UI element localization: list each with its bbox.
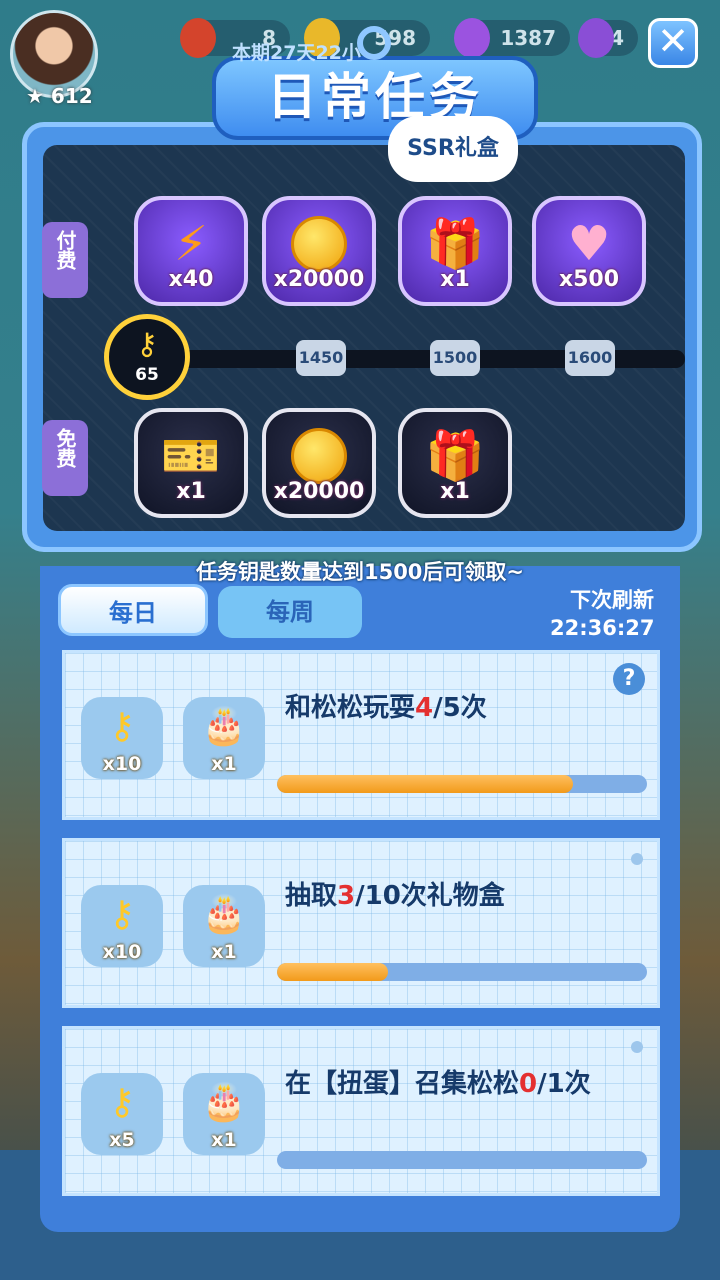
- key-reward-qty: x5: [109, 1129, 135, 1151]
- coin-icon: [291, 428, 347, 484]
- heart-icon: ♥: [567, 216, 611, 272]
- paid-reward-ssr-gift[interactable]: 🎁 x1: [398, 196, 512, 306]
- current-key-badge: ⚷ 65: [104, 314, 190, 400]
- refresh-label: 下次刷新: [570, 588, 654, 612]
- gift-box-icon: 🎁: [425, 428, 485, 484]
- free-tier-label: 免费: [42, 420, 88, 496]
- gem-icon: [454, 18, 490, 58]
- avatar-star-value: 612: [50, 84, 93, 108]
- status-dot: [631, 853, 643, 865]
- threshold-1450: 1450: [296, 340, 346, 376]
- task-card[interactable]: ⚷ x10 🎂 x1 抽取3/10次礼物盒: [62, 838, 660, 1008]
- reward-quantity: x20000: [273, 267, 365, 292]
- task-description: 和松松玩耍4/5次: [285, 687, 487, 724]
- key-reward-slot: ⚷ x5: [81, 1073, 163, 1155]
- status-dot: [631, 1041, 643, 1053]
- task-description: 在【扭蛋】召集松松0/1次: [285, 1063, 591, 1100]
- task-description: 抽取3/10次礼物盒: [285, 875, 505, 912]
- coin-icon: [291, 216, 347, 272]
- free-reward-coins[interactable]: x20000: [262, 408, 376, 518]
- task-current-count: 0: [519, 1069, 538, 1099]
- task-current-count: 4: [415, 693, 434, 723]
- cake-icon: 🎂: [201, 1082, 247, 1123]
- task-progress-fill: [277, 963, 388, 981]
- key-icon: ⚷: [108, 1082, 136, 1123]
- crown-counter: 4: [578, 18, 638, 58]
- threshold-1600: 1600: [565, 340, 615, 376]
- paid-tier-text: 付费: [53, 230, 77, 270]
- reward-quantity: x1: [176, 479, 206, 504]
- paid-reward-hearts[interactable]: ♥ x500: [532, 196, 646, 306]
- key-reward-slot: ⚷ x10: [81, 885, 163, 967]
- task-progress-bar: [277, 963, 647, 981]
- close-button[interactable]: ✕: [648, 18, 698, 68]
- key-icon: ⚷: [108, 706, 136, 747]
- refresh-time: 22:36:27: [550, 616, 655, 640]
- cake-icon: 🎂: [201, 706, 247, 747]
- crown-icon: [578, 18, 614, 58]
- unlock-hint: 任务钥匙数量达到1500后可领取~: [195, 560, 525, 584]
- task-card[interactable]: ? ⚷ x10 🎂 x1 和松松玩耍4/5次: [62, 650, 660, 820]
- task-current-count: 3: [337, 881, 356, 911]
- paid-reward-coins[interactable]: x20000: [262, 196, 376, 306]
- task-text-post: /5次: [433, 693, 487, 723]
- reward-quantity: x500: [558, 267, 620, 292]
- reward-quantity: x1: [440, 267, 470, 292]
- free-tier-text: 免费: [53, 428, 77, 468]
- paid-reward-energy[interactable]: ⚡ x40: [134, 196, 248, 306]
- task-text-post: /1次: [537, 1069, 591, 1099]
- help-icon[interactable]: ?: [613, 663, 645, 695]
- cake-icon: 🎂: [201, 894, 247, 935]
- task-progress-bar: [277, 1151, 647, 1169]
- task-text-pre: 在【扭蛋】召集松松: [285, 1069, 520, 1099]
- task-text-pre: 和松松玩耍: [285, 693, 416, 723]
- key-reward-qty: x10: [102, 753, 142, 775]
- ticket-icon: 🎫: [161, 428, 221, 484]
- cake-reward-slot: 🎂 x1: [183, 697, 265, 779]
- reward-quantity: x1: [440, 479, 470, 504]
- lightning-icon: ⚡: [174, 216, 208, 272]
- task-progress-bar: [277, 775, 647, 793]
- avatar-star-count: ★ 612: [26, 84, 93, 108]
- lightning-icon: [180, 18, 216, 58]
- key-reward-slot: ⚷ x10: [81, 697, 163, 779]
- task-progress-fill: [277, 775, 573, 793]
- task-text-pre: 抽取: [285, 881, 338, 911]
- key-icon: ⚷: [108, 894, 136, 935]
- reward-quantity: x40: [168, 267, 214, 292]
- key-icon: ⚷: [136, 327, 158, 362]
- cake-reward-qty: x1: [211, 941, 237, 963]
- free-reward-gift[interactable]: 🎁 x1: [398, 408, 512, 518]
- ssr-bubble: SSR礼盒: [388, 116, 518, 182]
- reward-quantity: x20000: [273, 479, 365, 504]
- gem-value: 1387: [500, 26, 556, 50]
- gift-box-icon: 🎁: [425, 216, 485, 272]
- cake-reward-slot: 🎂 x1: [183, 885, 265, 967]
- period-remaining: 本期27天22小: [232, 42, 361, 64]
- refresh-timer: 下次刷新 22:36:27: [550, 586, 654, 642]
- banner-hanger: [357, 26, 391, 60]
- cake-reward-qty: x1: [211, 1129, 237, 1151]
- close-icon: ✕: [657, 19, 689, 63]
- paid-tier-label: 付费: [42, 222, 88, 298]
- tab-daily[interactable]: 每日: [58, 584, 208, 636]
- tab-weekly[interactable]: 每周: [218, 586, 362, 638]
- threshold-1500: 1500: [430, 340, 480, 376]
- key-count: 65: [135, 365, 159, 385]
- task-text-post: /10次礼物盒: [355, 881, 505, 911]
- task-card[interactable]: ⚷ x5 🎂 x1 在【扭蛋】召集松松0/1次: [62, 1026, 660, 1196]
- free-reward-ticket[interactable]: 🎫 x1: [134, 408, 248, 518]
- cake-reward-qty: x1: [211, 753, 237, 775]
- cake-reward-slot: 🎂 x1: [183, 1073, 265, 1155]
- key-reward-qty: x10: [102, 941, 142, 963]
- gem-counter: 1387: [454, 18, 570, 58]
